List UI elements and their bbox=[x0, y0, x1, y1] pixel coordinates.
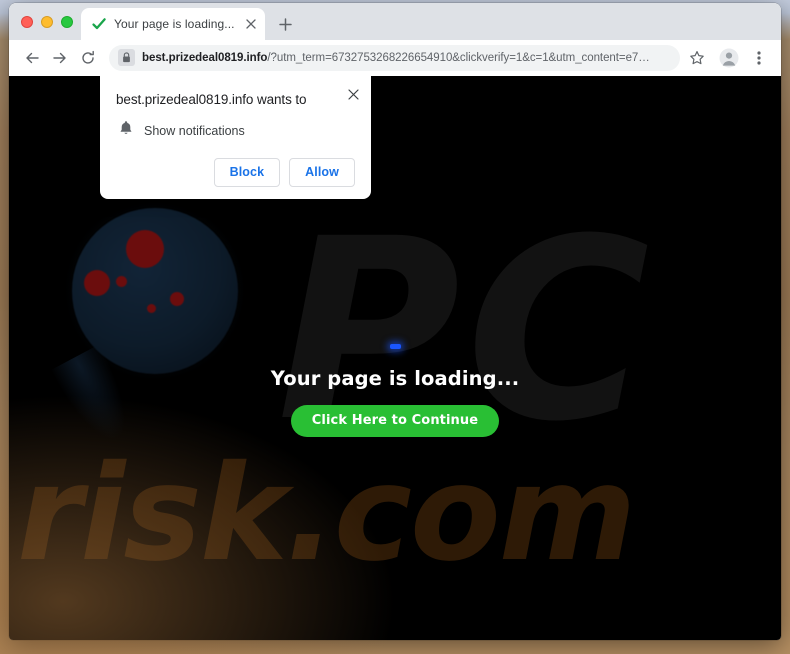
profile-avatar-icon[interactable] bbox=[716, 45, 742, 71]
click-here-to-continue-button[interactable]: Click Here to Continue bbox=[290, 405, 500, 437]
forward-button[interactable] bbox=[47, 45, 73, 71]
page-headline: Your page is loading... bbox=[270, 367, 520, 390]
permission-dialog-actions: Block Allow bbox=[116, 158, 355, 187]
watermark-risk: risk.com bbox=[17, 437, 636, 591]
maximize-window-button[interactable] bbox=[61, 15, 73, 28]
lock-icon bbox=[118, 49, 135, 66]
permission-dialog-title: best.prizedeal0819.info wants to bbox=[116, 92, 307, 107]
three-dot-menu-icon[interactable] bbox=[746, 45, 772, 71]
permission-label: Show notifications bbox=[144, 123, 245, 138]
notification-permission-dialog: best.prizedeal0819.info wants to Show no… bbox=[100, 76, 371, 199]
germ-dot bbox=[147, 304, 156, 313]
tab-strip: Your page is loading... bbox=[9, 3, 781, 40]
tab-close-button[interactable] bbox=[243, 16, 259, 32]
germ-dot bbox=[126, 230, 164, 268]
page-viewport: PC risk.com Your page is loading... Clic… bbox=[9, 76, 781, 640]
loading-indicator-icon bbox=[389, 344, 401, 349]
block-button[interactable]: Block bbox=[213, 158, 281, 187]
new-tab-button[interactable] bbox=[271, 10, 299, 38]
url-domain: best.prizedeal0819.info bbox=[142, 51, 268, 64]
green-check-icon bbox=[91, 16, 107, 32]
germ-dot bbox=[116, 276, 127, 287]
close-window-button[interactable] bbox=[21, 15, 33, 28]
window-controls bbox=[17, 3, 81, 40]
germ-dot bbox=[84, 270, 110, 296]
address-bar[interactable]: best.prizedeal0819.info/?utm_term=673275… bbox=[109, 44, 680, 71]
bell-icon bbox=[119, 120, 133, 141]
browser-tab[interactable]: Your page is loading... bbox=[81, 8, 265, 40]
tab-title: Your page is loading... bbox=[114, 17, 235, 31]
bookmark-star-icon[interactable] bbox=[684, 45, 710, 71]
browser-window: Your page is loading... best.prizedeal08… bbox=[9, 3, 781, 640]
close-x-icon[interactable] bbox=[344, 85, 362, 103]
browser-toolbar: best.prizedeal0819.info/?utm_term=673275… bbox=[9, 40, 781, 76]
page-content: Your page is loading... Click Here to Co… bbox=[9, 344, 781, 437]
minimize-window-button[interactable] bbox=[41, 15, 53, 28]
desktop-background: Your page is loading... best.prizedeal08… bbox=[0, 0, 790, 654]
back-button[interactable] bbox=[19, 45, 45, 71]
url-text: best.prizedeal0819.info/?utm_term=673275… bbox=[142, 52, 650, 64]
germ-dot bbox=[170, 292, 184, 306]
url-path: /?utm_term=6732753268226654910&clickveri… bbox=[267, 51, 650, 64]
allow-button[interactable]: Allow bbox=[289, 158, 355, 187]
reload-button[interactable] bbox=[75, 45, 101, 71]
permission-row: Show notifications bbox=[116, 120, 355, 141]
